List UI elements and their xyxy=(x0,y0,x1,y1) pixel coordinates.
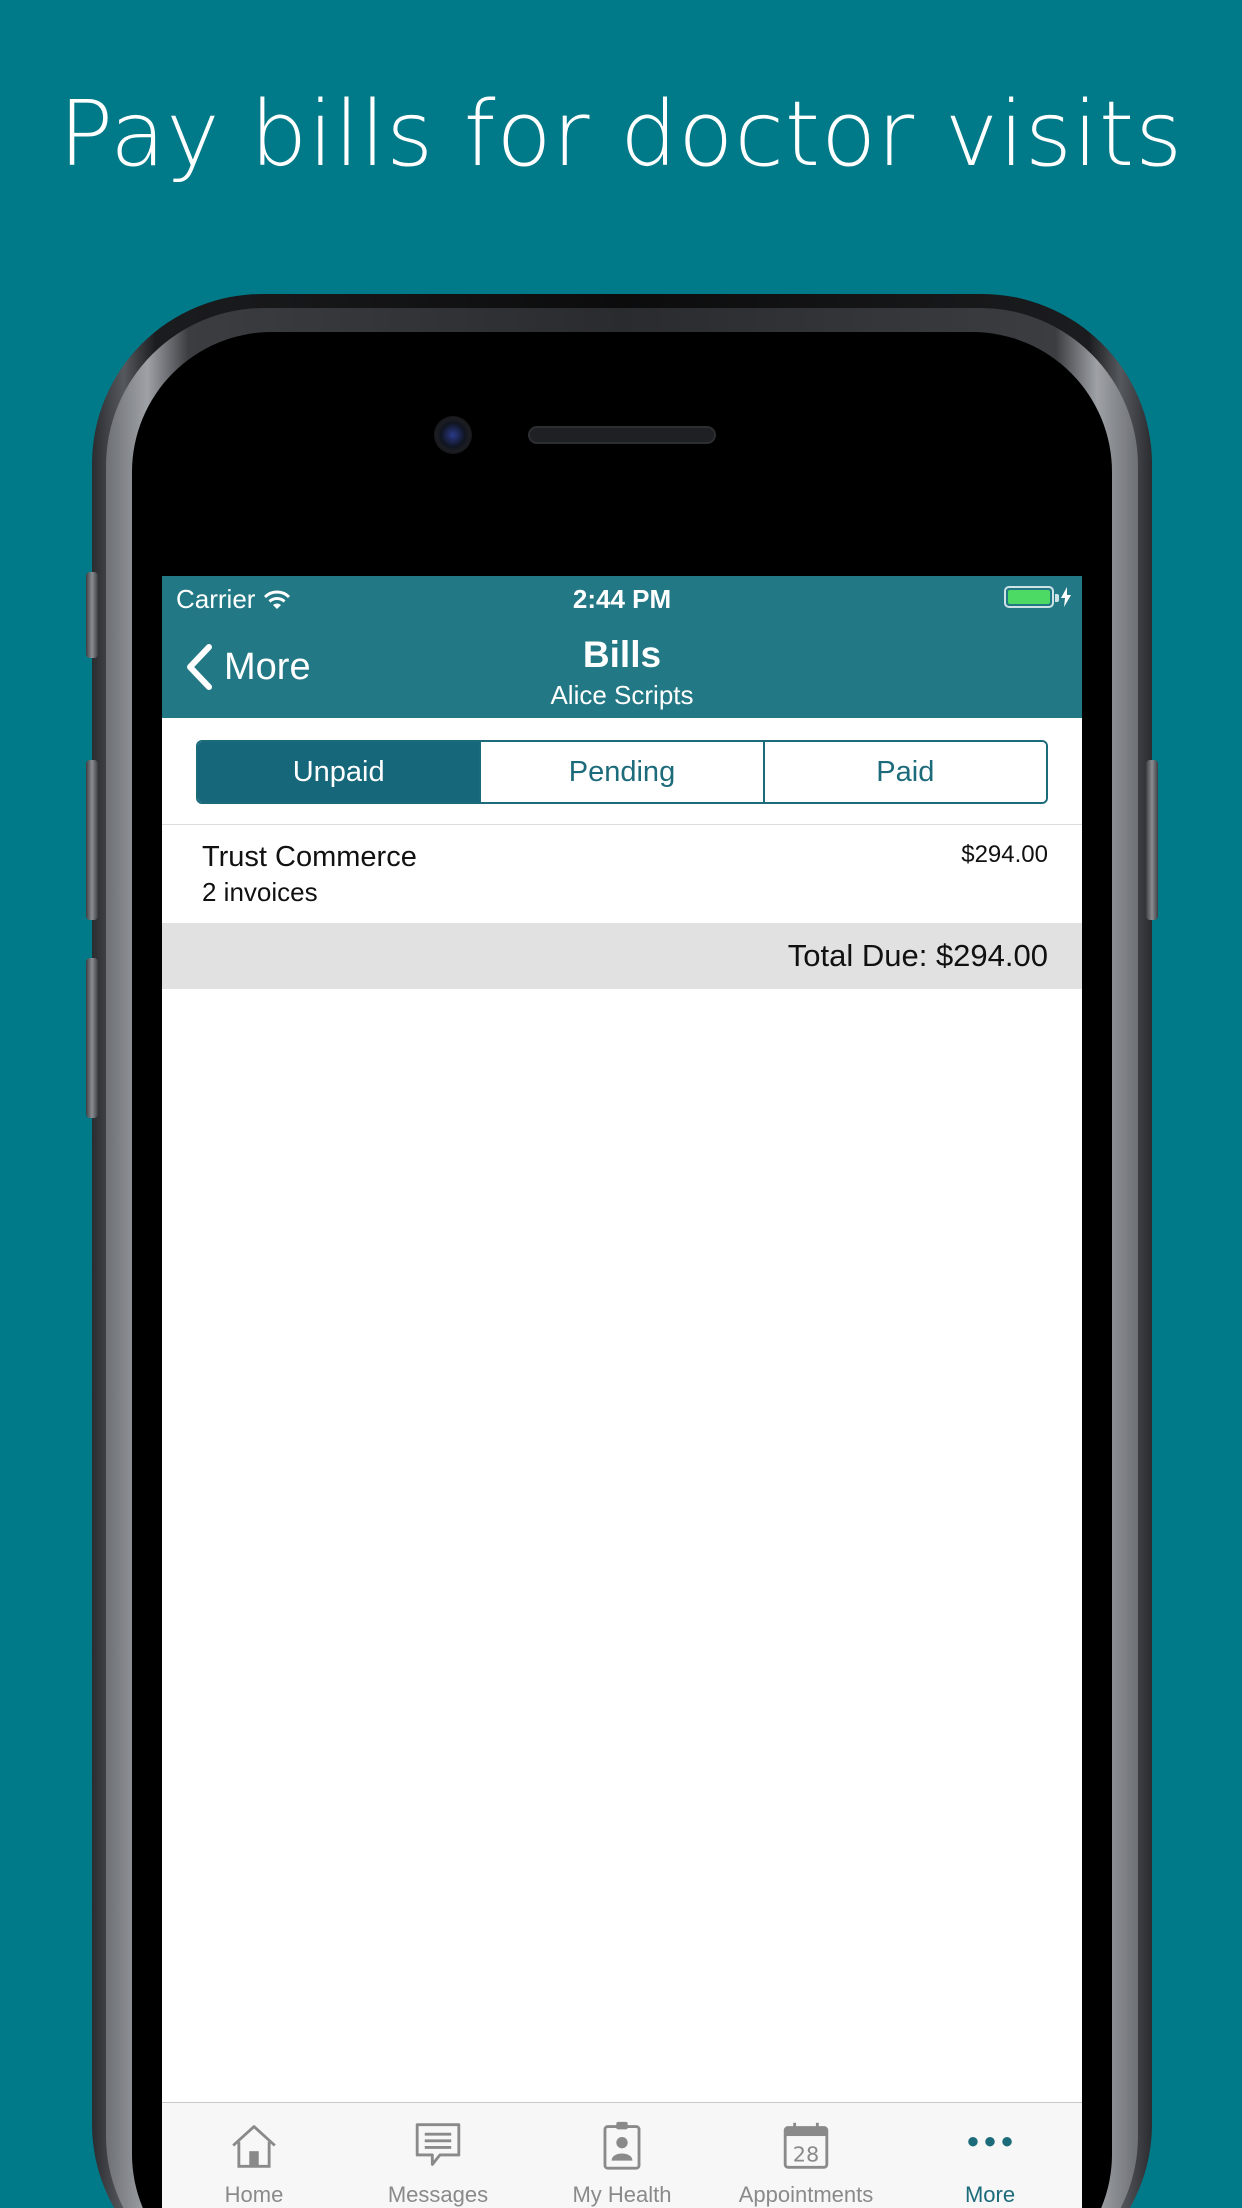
navigation-bar: More Bills Alice Scripts xyxy=(162,620,1082,718)
segment-pending[interactable]: Pending xyxy=(479,742,763,802)
tab-appointments-label: Appointments xyxy=(738,2182,874,2207)
tab-home[interactable]: Home xyxy=(162,2103,346,2208)
marketing-headline: Pay bills for doctor visits xyxy=(58,82,1184,187)
tab-bar: Home Messages My Health 28 Appointments … xyxy=(162,2102,1082,2208)
total-due-bar: Total Due: $294.00 xyxy=(162,923,1082,989)
segment-paid[interactable]: Paid xyxy=(762,742,1046,802)
calendar-day: 28 xyxy=(793,2143,819,2167)
volume-up-button xyxy=(86,760,98,920)
message-icon xyxy=(415,2123,461,2166)
bill-payee: Trust Commerce xyxy=(202,841,417,873)
battery-icon xyxy=(1004,586,1059,608)
clipboard-icon xyxy=(603,2121,641,2170)
bill-status-segmented-control: Unpaid Pending Paid xyxy=(196,740,1048,804)
segment-unpaid[interactable]: Unpaid xyxy=(198,742,480,802)
calendar-icon: 28 xyxy=(783,2122,829,2169)
front-camera xyxy=(434,416,472,454)
charging-bolt-icon xyxy=(1061,587,1071,607)
tab-messages[interactable]: Messages xyxy=(346,2103,530,2208)
total-due-label: Total Due: $294.00 xyxy=(787,938,1048,973)
status-time: 2:44 PM xyxy=(572,584,672,614)
status-bar: Carrier 2:44 PM xyxy=(162,576,1082,620)
app-screen: Carrier 2:44 PM More Bills Alice Scripts xyxy=(162,576,1082,2208)
bill-row[interactable]: Trust Commerce 2 invoices $294.00 xyxy=(162,825,1082,923)
battery-indicator xyxy=(1004,586,1072,608)
tab-messages-label: Messages xyxy=(387,2182,489,2207)
silent-switch xyxy=(86,572,98,658)
earpiece-speaker xyxy=(528,426,716,444)
page-subtitle: Alice Scripts xyxy=(550,680,694,710)
tab-home-label: Home xyxy=(224,2182,284,2207)
page-title: Bills xyxy=(582,634,662,675)
tab-appointments[interactable]: 28 Appointments xyxy=(714,2103,898,2208)
bill-invoice-count: 2 invoices xyxy=(202,877,318,907)
more-dots-icon xyxy=(968,2136,1012,2147)
tab-more[interactable]: More xyxy=(898,2103,1082,2208)
house-icon xyxy=(232,2125,276,2168)
bill-amount: $294.00 xyxy=(961,841,1048,868)
volume-down-button xyxy=(86,958,98,1118)
tab-my-health[interactable]: My Health xyxy=(530,2103,714,2208)
power-button xyxy=(1146,760,1158,920)
tab-my-health-label: My Health xyxy=(572,2182,672,2207)
tab-more-label: More xyxy=(964,2182,1016,2207)
